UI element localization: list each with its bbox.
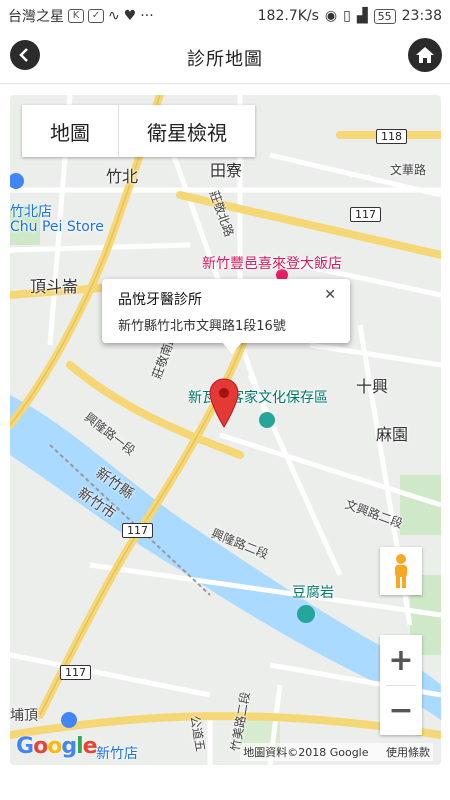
carrier-label: 台灣之星 [8, 9, 64, 25]
zoom-control: + − [380, 635, 422, 735]
zoom-in-button[interactable]: + [380, 635, 422, 685]
status-bar: 台灣之星 K ✓ ∿ ♥ ··· 182.7K/s ◉ ▯ ▟ 55 23:38 [0, 0, 450, 32]
label-puding: 埔頂 [10, 708, 38, 724]
map-type-toggle: 地圖 衛星檢視 [22, 105, 255, 157]
label-xinzhu-store: 新竹店 [96, 746, 138, 762]
app-header: 診所地圖 [0, 32, 450, 84]
label-mayuan: 麻園 [376, 425, 409, 444]
zoom-out-button[interactable]: − [380, 685, 422, 735]
map-attribution: 地圖資料©2018 Google 使用條款 [240, 743, 433, 761]
signal-icon: ▟ [356, 8, 368, 24]
vibrate-icon: ▯ [343, 8, 351, 24]
clinic-address: 新竹縣竹北市文興路1段16號 [118, 319, 286, 334]
label-toudou: 頂斗崙 [30, 277, 79, 296]
zoom-divider [386, 685, 416, 686]
app-icon: K [68, 9, 84, 23]
more-dots: ··· [140, 8, 154, 24]
google-logo: Google [16, 734, 98, 759]
map-view[interactable]: 地圖 衛星檢視 竹北 田寮 竹北店 Chu Pei Store 頂斗崙 新竹豐邑… [10, 95, 441, 765]
heart-icon: ♥ [123, 8, 137, 24]
label-zhubei-store: 竹北店 [10, 204, 52, 220]
route-shield-118: 118 [376, 129, 407, 144]
route-shield-117: 117 [60, 665, 91, 680]
label-tianliao: 田寮 [210, 161, 243, 180]
network-speed: 182.7K/s [257, 8, 319, 24]
clock: 23:38 [401, 8, 442, 24]
route-shield-117: 117 [350, 207, 381, 222]
eye-icon: ◉ [324, 8, 338, 24]
home-button[interactable] [408, 38, 442, 72]
street-view-pegman[interactable] [380, 547, 422, 595]
home-icon [416, 47, 434, 63]
terms-link[interactable]: 使用條款 [386, 746, 430, 759]
map-pin-icon[interactable] [208, 377, 240, 429]
info-window: 品悅牙醫診所 新竹縣竹北市文興路1段16號 ✕ [102, 279, 350, 343]
label-wenhua: 文華路 [390, 163, 427, 177]
label-doufuyan: 豆腐岩 [292, 585, 334, 601]
info-window-tail [222, 342, 242, 354]
tab-satellite[interactable]: 衛星檢視 [119, 105, 255, 157]
pegman-icon [395, 554, 407, 588]
attribution-text: 地圖資料©2018 Google [243, 746, 369, 759]
battery-icon: 55 [373, 8, 396, 24]
label-hotel: 新竹豐邑喜來登大飯店 [202, 256, 342, 272]
clinic-name: 品悅牙醫診所 [118, 292, 202, 308]
tab-map[interactable]: 地圖 [22, 105, 118, 157]
label-zhubei: 竹北 [106, 167, 139, 186]
activity-icon: ∿ [108, 8, 120, 24]
label-shixing: 十興 [356, 377, 389, 396]
page-title: 診所地圖 [187, 49, 263, 70]
label-zhubei-store-en: Chu Pei Store [10, 219, 104, 235]
route-shield-117: 117 [122, 523, 153, 538]
close-icon[interactable]: ✕ [324, 287, 336, 303]
shield-icon: ✓ [88, 9, 104, 23]
